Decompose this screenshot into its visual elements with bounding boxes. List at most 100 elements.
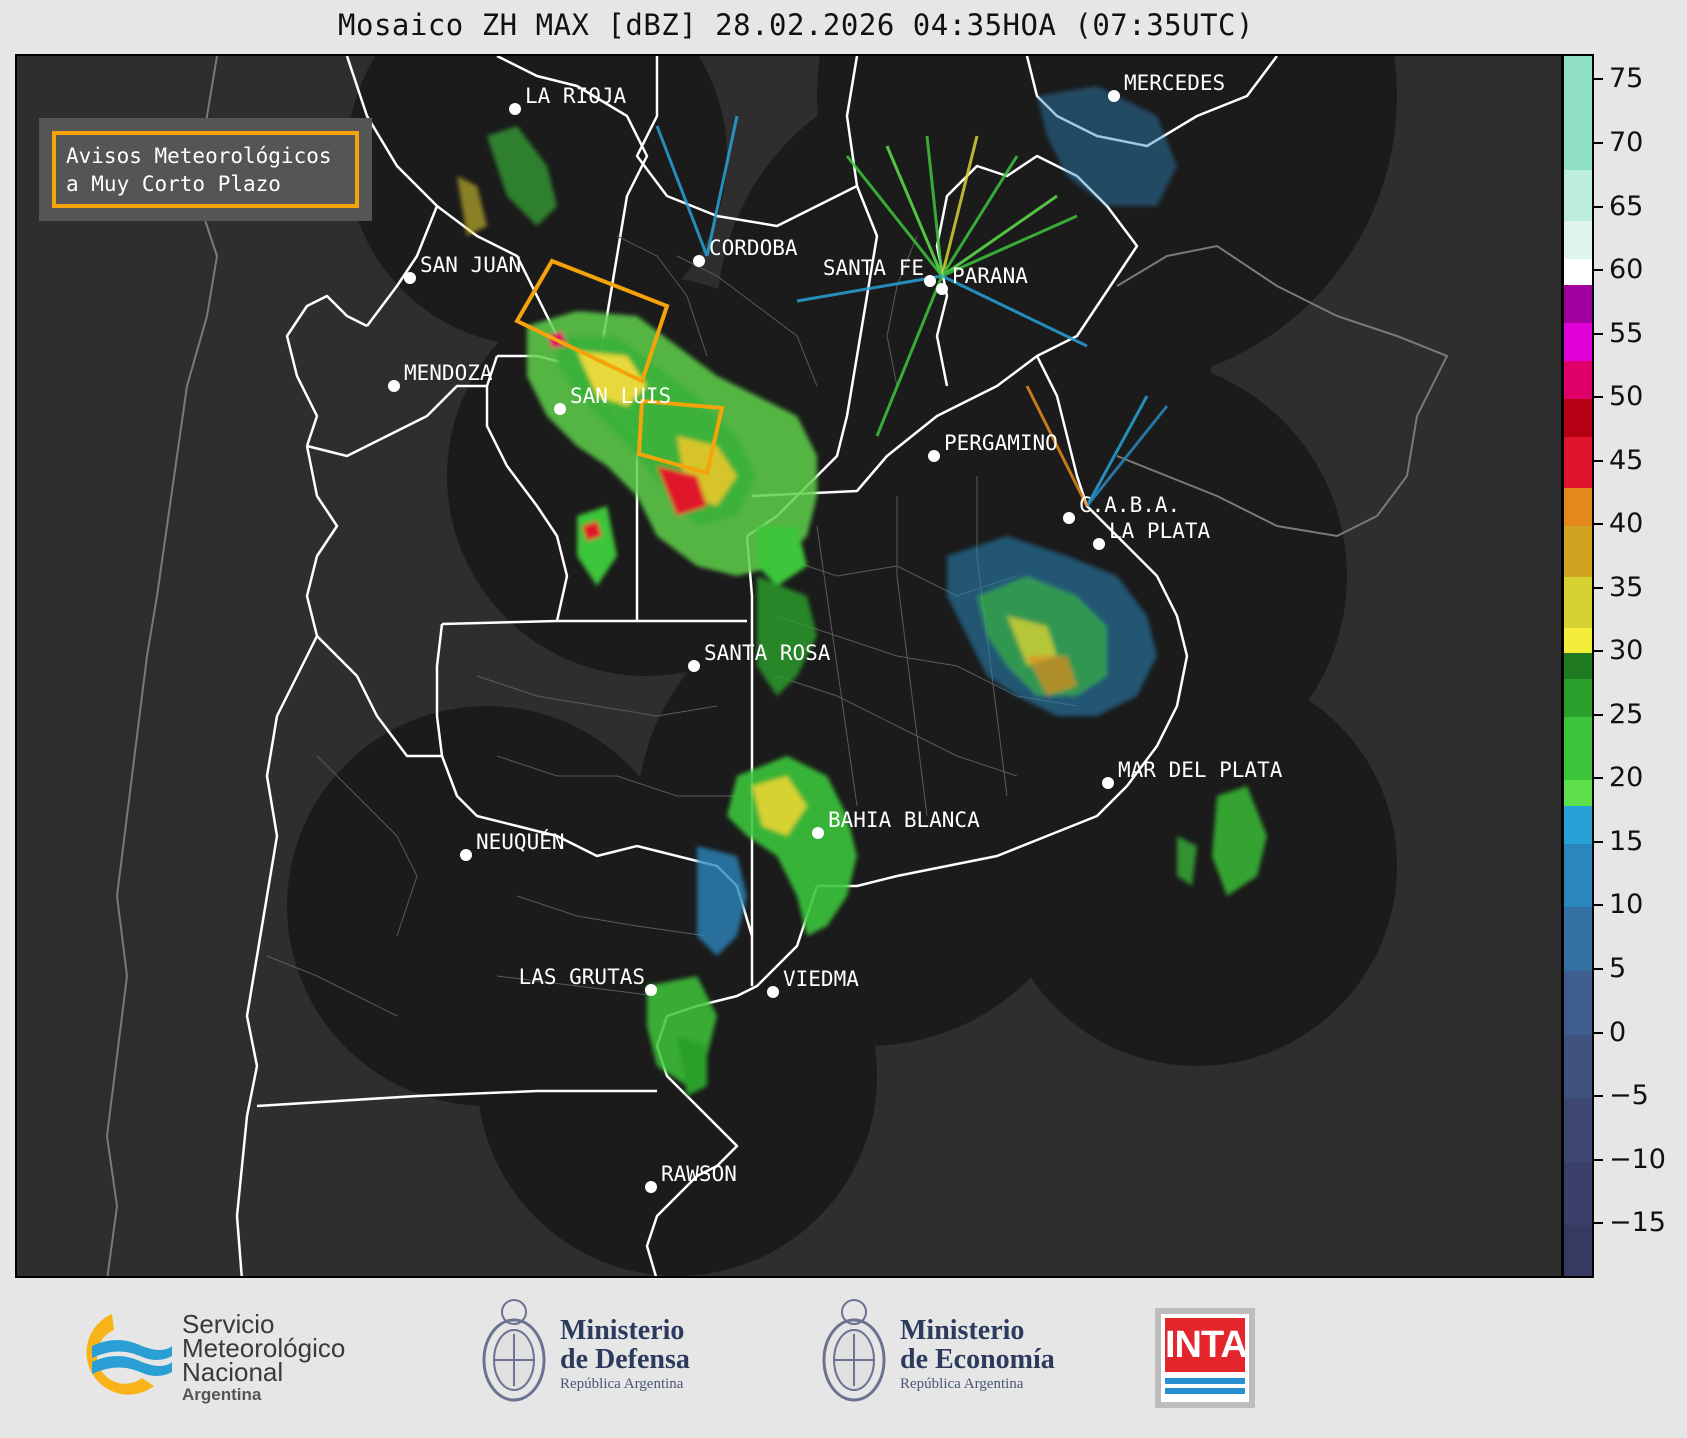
colorbar-tick xyxy=(1594,1158,1603,1161)
radar-coverage-areas xyxy=(287,56,1397,1276)
city-dot xyxy=(645,984,657,996)
colorbar-tick xyxy=(1594,777,1603,780)
economia-logo: Ministerio de Economía República Argenti… xyxy=(818,1294,1098,1414)
city-label: LA RIOJA xyxy=(525,84,627,108)
city-dot xyxy=(924,275,936,287)
colorbar-tick-label: 25 xyxy=(1609,698,1644,730)
dbz-colorbar-ticks: 75 70 65 60 55 50 45 40 35 30 25 20 15 10 5 0 −5 −10 −15 xyxy=(1594,54,1684,1278)
colorbar-band xyxy=(1564,577,1592,628)
city-label: PERGAMINO xyxy=(944,431,1058,455)
colorbar-tick xyxy=(1594,586,1603,589)
city-label: SANTA ROSA xyxy=(704,641,831,665)
colorbar-band xyxy=(1564,56,1592,171)
city-dot xyxy=(1063,512,1075,524)
city-dot xyxy=(688,660,700,672)
coat-of-arms-icon xyxy=(482,1299,546,1402)
city-label: NEUQUÉN xyxy=(476,829,565,854)
economia-line2: de Economía xyxy=(900,1344,1055,1375)
colorbar-tick-label: 5 xyxy=(1609,953,1627,984)
colorbar-tick xyxy=(1594,332,1603,335)
colorbar-tick-label: 50 xyxy=(1609,381,1644,413)
colorbar-tick-label: 70 xyxy=(1609,126,1644,158)
colorbar-tick xyxy=(1594,269,1603,272)
colorbar-tick-label: 75 xyxy=(1609,63,1644,95)
colorbar-tick-label: 15 xyxy=(1609,825,1644,857)
colorbar-band xyxy=(1564,322,1592,361)
map-title: Mosaico ZH MAX [dBZ] 28.02.2026 04:35HOA… xyxy=(338,8,1254,42)
colorbar-band xyxy=(1564,627,1592,654)
colorbar-tick xyxy=(1594,78,1603,81)
colorbar-band xyxy=(1564,488,1592,527)
inta-stripe xyxy=(1165,1388,1245,1394)
city-label: SAN JUAN xyxy=(420,253,521,277)
city-label: SANTA FE xyxy=(823,256,924,280)
colorbar-tick-label: 40 xyxy=(1609,508,1644,540)
colorbar-band xyxy=(1564,780,1592,806)
colorbar-tick xyxy=(1594,904,1603,907)
colorbar-tick xyxy=(1594,1222,1603,1225)
city-dot xyxy=(928,450,940,462)
city-dot xyxy=(693,255,705,267)
colorbar-band xyxy=(1564,221,1592,260)
city-label: SAN LUIS xyxy=(570,384,671,408)
city-label: LAS GRUTAS xyxy=(519,965,645,989)
colorbar-tick xyxy=(1594,396,1603,399)
city-label: PARANA xyxy=(952,264,1028,288)
city-label: RAWSON xyxy=(661,1162,737,1186)
warnings-legend-line2: a Muy Corto Plazo xyxy=(66,172,281,196)
city-label: MENDOZA xyxy=(404,361,493,385)
colorbar-band xyxy=(1564,805,1592,844)
economia-line1: Ministerio xyxy=(900,1315,1025,1346)
colorbar-band xyxy=(1564,361,1592,400)
colorbar-tick-label: 60 xyxy=(1609,254,1644,286)
city-label: VIEDMA xyxy=(783,967,859,991)
city-dot xyxy=(554,403,566,415)
city-label: MERCEDES xyxy=(1124,71,1225,95)
city-dot xyxy=(509,103,521,115)
inta-stripe xyxy=(1165,1378,1245,1384)
colorbar-tick xyxy=(1594,459,1603,462)
inta-logo: INTA xyxy=(1155,1308,1255,1408)
colorbar-band xyxy=(1564,971,1592,1035)
colorbar-tick-label: 0 xyxy=(1609,1016,1627,1048)
footer-logos: Servicio Meteorológico Nacional Argentin… xyxy=(0,1278,1687,1438)
city-dot xyxy=(404,272,416,284)
city-dot xyxy=(460,849,472,861)
colorbar-band xyxy=(1564,716,1592,781)
colorbar-tick xyxy=(1594,650,1603,653)
defensa-line1: Ministerio xyxy=(560,1315,685,1346)
city-dot xyxy=(1093,538,1105,550)
colorbar-band xyxy=(1564,284,1592,323)
smn-country: Argentina xyxy=(182,1385,262,1404)
colorbar-tick xyxy=(1594,1095,1603,1098)
colorbar-tick-label: −15 xyxy=(1609,1207,1666,1239)
colorbar-band xyxy=(1564,259,1592,285)
colorbar-tick xyxy=(1594,1031,1603,1034)
city-label: LA PLATA xyxy=(1109,519,1211,543)
colorbar-tick-label: 20 xyxy=(1609,762,1644,794)
radar-map[interactable]: LA RIOJA MERCEDES CORDOBA SAN JUAN SANTA FE P… xyxy=(15,54,1563,1278)
city-label: CORDOBA xyxy=(709,236,798,260)
colorbar-band xyxy=(1564,1161,1592,1226)
city-label: C.A.B.A. xyxy=(1079,493,1180,517)
colorbar-tick-label: 30 xyxy=(1609,635,1644,667)
colorbar-tick xyxy=(1594,141,1603,144)
colorbar-tick xyxy=(1594,968,1603,970)
dbz-colorbar xyxy=(1562,54,1594,1278)
colorbar-tick xyxy=(1594,840,1603,843)
defensa-country: República Argentina xyxy=(560,1376,684,1392)
colorbar-tick-label: −5 xyxy=(1609,1080,1649,1112)
colorbar-band xyxy=(1564,678,1592,717)
colorbar-tick-label: 35 xyxy=(1609,571,1644,603)
smn-emblem-icon xyxy=(86,1314,172,1395)
smn-logo: Servicio Meteorológico Nacional Argentin… xyxy=(62,1306,442,1406)
colorbar-tick-label: 65 xyxy=(1609,190,1644,222)
inta-wordmark: INTA xyxy=(1165,1318,1248,1372)
colorbar-tick-label: 55 xyxy=(1609,317,1644,349)
colorbar-band xyxy=(1564,170,1592,222)
colorbar-tick-label: −10 xyxy=(1609,1143,1666,1175)
colorbar-band xyxy=(1564,843,1592,908)
city-dot xyxy=(1102,777,1114,789)
warnings-legend-frame: Avisos Meteorológicos a Muy Corto Plazo xyxy=(52,131,359,208)
colorbar-tick-label: 45 xyxy=(1609,444,1644,476)
